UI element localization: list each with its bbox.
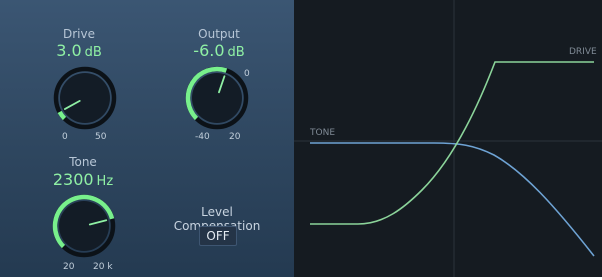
drive-knob-body [60, 73, 110, 123]
tone-value-number: 2300 [52, 170, 94, 189]
controls-panel: Drive 3.0 dB 0 50 Output -6.0 dB 0 -40 20 … [0, 0, 294, 277]
drive-value-number: 3.0 [56, 41, 82, 60]
output-value-number: -6.0 [193, 41, 225, 60]
output-range-max: 20 [229, 132, 241, 142]
curve-graph [294, 0, 602, 277]
tone-value-unit: Hz [96, 174, 114, 189]
tone-knob[interactable] [52, 194, 116, 258]
tone-range-min: 20 [63, 262, 75, 272]
tone-label: Tone [69, 155, 97, 169]
output-label: Output [198, 27, 240, 41]
overdrive-plugin-window: Drive 3.0 dB 0 50 Output -6.0 dB 0 -40 20 … [0, 0, 602, 280]
output-value[interactable]: -6.0 dB [174, 41, 264, 60]
level-compensation-button[interactable]: OFF [199, 226, 237, 246]
drive-range-max: 50 [95, 132, 107, 142]
output-knob-body [192, 73, 242, 123]
drive-value[interactable]: 3.0 dB [39, 41, 119, 60]
tone-value[interactable]: 2300 Hz [38, 170, 128, 189]
drive-knob[interactable] [53, 66, 117, 130]
tone-range-max: 20 k [93, 262, 113, 272]
output-range-mid: 0 [244, 69, 250, 79]
output-knob[interactable] [185, 66, 249, 130]
drive-range-min: 0 [62, 132, 68, 142]
output-value-unit: dB [227, 45, 245, 60]
drive-curve-label: DRIVE [569, 47, 597, 57]
tone-curve-label: TONE [310, 128, 336, 138]
tone-curve [310, 142, 595, 257]
output-range-min: -40 [195, 132, 210, 142]
drive-knob-arc [57, 110, 67, 121]
drive-value-unit: dB [84, 45, 102, 60]
tone-knob-body [59, 201, 109, 251]
drive-label: Drive [63, 27, 95, 41]
transfer-curve-display: DRIVE TONE [294, 0, 602, 277]
